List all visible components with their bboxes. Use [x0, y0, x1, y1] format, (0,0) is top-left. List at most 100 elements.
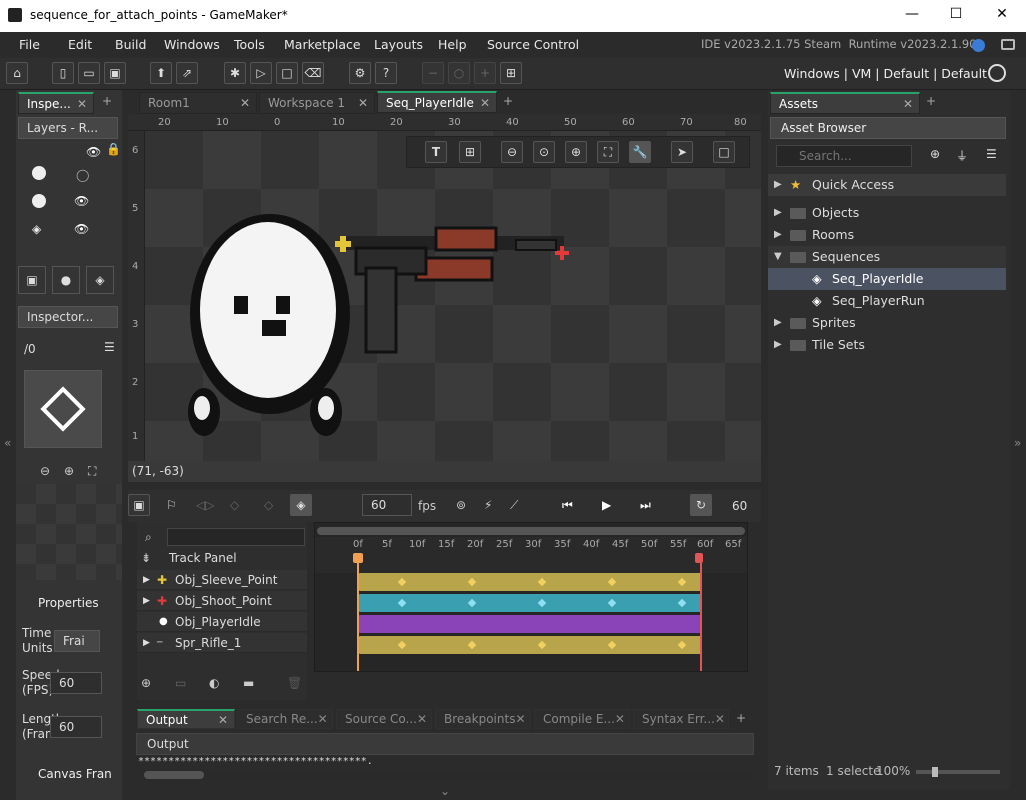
dopesheet[interactable]: 0f 5f 10f 15f 20f 25f 30f 35f 40f 45f 50… [314, 522, 748, 672]
add-tab-button[interactable]: + [98, 94, 116, 112]
menu-windows[interactable]: Windows [164, 37, 220, 52]
close-icon[interactable]: ✕ [480, 93, 490, 113]
fps-field[interactable]: 60 [362, 494, 412, 516]
go-to-start-icon[interactable]: ⏮ [562, 498, 573, 513]
sort-icon[interactable]: ⇟ [141, 551, 151, 565]
lock-icon[interactable]: 🔒 [106, 142, 121, 156]
keyframe-icon[interactable] [537, 598, 547, 608]
menu-build[interactable]: Build [115, 37, 146, 52]
track-bar-player[interactable] [359, 615, 701, 633]
zoom-out-icon[interactable]: − [422, 62, 444, 84]
visibility-hidden-icon[interactable]: ◯ [76, 168, 89, 182]
asset-search-input[interactable] [776, 145, 912, 167]
output-scrollbar[interactable] [140, 770, 752, 780]
close-icon[interactable]: ✕ [903, 94, 913, 114]
create-executable-icon[interactable]: ⬆ [150, 62, 172, 84]
keyframe-icon[interactable] [677, 577, 687, 587]
wrench-icon[interactable]: 🔧 [629, 141, 651, 163]
close-icon[interactable]: ✕ [417, 712, 427, 726]
track-row[interactable]: ▶ ✚ Obj_Sleeve_Point [137, 570, 307, 590]
layout-selector[interactable]: Windows | VM | Default | Default [784, 66, 987, 81]
quick-access-row[interactable]: ▶ ★ Quick Access [768, 174, 1006, 196]
zoom-out-icon[interactable]: ⊖ [501, 141, 523, 163]
close-icon[interactable]: ✕ [240, 93, 250, 113]
keyframe-icon[interactable] [677, 598, 687, 608]
grid-icon[interactable]: ⊞ [459, 141, 481, 163]
record-icon[interactable]: ◈ [290, 494, 312, 516]
tree-folder-rooms[interactable]: ▶ Rooms [768, 224, 1006, 246]
add-tab-button[interactable]: + [503, 94, 513, 108]
home-icon[interactable]: ⌂ [6, 62, 28, 84]
inspector-dropdown[interactable]: Inspector... [18, 306, 118, 328]
keyframe-icon[interactable] [397, 640, 407, 650]
tree-folder-sequences[interactable]: ▼ Sequences [768, 246, 1006, 268]
sleeve-point-icon[interactable] [335, 236, 351, 252]
open-project-icon[interactable]: ▭ [78, 62, 100, 84]
keyframe-icon[interactable] [607, 640, 617, 650]
tab-seq-playeridle[interactable]: Seq_PlayerIdle ✕ [377, 91, 497, 113]
next-keyframe-icon[interactable]: ◇ [264, 498, 273, 512]
menu-help[interactable]: Help [438, 37, 467, 52]
add-background-layer-icon[interactable]: ▣ [18, 266, 46, 294]
track-row[interactable]: ● Obj_PlayerIdle [137, 612, 307, 632]
tab-output[interactable]: Output ✕ [137, 709, 235, 729]
timeline-scrollbar[interactable] [317, 527, 745, 535]
playhead-handle[interactable] [353, 553, 363, 563]
track-bar-rifle[interactable] [359, 636, 701, 654]
zoom-reset-icon[interactable]: ⊙ [533, 141, 555, 163]
menu-source-control[interactable]: Source Control [487, 37, 579, 52]
eye-icon[interactable]: 👁 [74, 194, 89, 208]
menu-icon[interactable]: ☰ [986, 147, 997, 161]
expand-arrow-icon[interactable]: ▶ [774, 334, 782, 356]
tab-inspector[interactable]: Inspe... ✕ [18, 92, 94, 114]
add-instance-layer-icon[interactable]: ● [52, 266, 80, 294]
shoot-point-icon[interactable] [555, 246, 569, 260]
sequence-canvas[interactable]: 20 10 0 10 20 30 40 50 60 70 80 6 5 4 3 … [128, 114, 761, 482]
folder-icon[interactable]: ▬ [243, 676, 254, 690]
tab-syntax-errors[interactable]: Syntax Err...✕ [633, 709, 729, 729]
close-icon[interactable]: ✕ [77, 94, 87, 114]
tab-search-results[interactable]: Search Re...✕ [237, 709, 333, 729]
debug-icon[interactable]: ✱ [224, 62, 246, 84]
keyframe-icon[interactable]: ◇ [230, 498, 239, 512]
stop-icon[interactable]: □ [276, 62, 298, 84]
collapse-left-icon[interactable]: « [4, 436, 11, 450]
track-bar-shoot[interactable] [359, 594, 701, 612]
clean-icon[interactable]: ⌫ [302, 62, 324, 84]
menu-marketplace[interactable]: Marketplace [284, 37, 361, 52]
keyframe-icon[interactable] [607, 598, 617, 608]
frame-ruler[interactable]: 0f 5f 10f 15f 20f 25f 30f 35f 40f 45f 50… [315, 537, 747, 573]
tree-item-seq-playeridle[interactable]: ◈ Seq_PlayerIdle [768, 268, 1006, 290]
tab-breakpoints[interactable]: Breakpoints✕ [435, 709, 531, 729]
save-icon[interactable]: ▣ [104, 62, 126, 84]
tree-folder-objects[interactable]: ▶ Objects [768, 202, 1006, 224]
frame-icon[interactable]: □ [713, 141, 735, 163]
properties-header[interactable]: Properties [38, 596, 99, 610]
zoom-out-icon[interactable]: ⊖ [40, 464, 50, 478]
add-asset-icon[interactable]: ⊕ [930, 147, 940, 161]
tab-compile-errors[interactable]: Compile E...✕ [534, 709, 630, 729]
expand-arrow-icon[interactable]: ▶ [143, 591, 150, 611]
prev-keyframe-icon[interactable]: ◁▷ [196, 498, 214, 512]
layer-row[interactable]: ◯ [30, 166, 106, 190]
account-icon[interactable] [972, 39, 985, 52]
eye-icon[interactable]: 👁 [86, 145, 101, 159]
menu-tools[interactable]: Tools [234, 37, 265, 52]
fit-icon[interactable]: ⛶ [597, 141, 619, 163]
collapse-arrow-icon[interactable]: ▼ [774, 246, 782, 268]
tab-source-control[interactable]: Source Co...✕ [336, 709, 432, 729]
go-to-end-icon[interactable]: ⏭ [640, 498, 651, 513]
audio-icon[interactable]: ⊚ [456, 498, 466, 512]
flag-icon[interactable]: ⚐ [166, 498, 177, 512]
canvas-frame-header[interactable]: Canvas Fran [38, 767, 112, 781]
expand-arrow-icon[interactable]: ▶ [774, 202, 782, 224]
play-icon[interactable]: ▶ [602, 498, 611, 512]
menu-edit[interactable]: Edit [68, 37, 92, 52]
close-icon[interactable]: ✕ [218, 711, 228, 729]
length-field[interactable]: 60 [50, 716, 102, 738]
menu-file[interactable]: File [19, 37, 40, 52]
close-icon[interactable]: ✕ [358, 93, 368, 113]
add-tab-button[interactable]: + [926, 94, 936, 108]
scroll-thumb[interactable] [144, 771, 204, 779]
keyframe-icon[interactable] [537, 640, 547, 650]
